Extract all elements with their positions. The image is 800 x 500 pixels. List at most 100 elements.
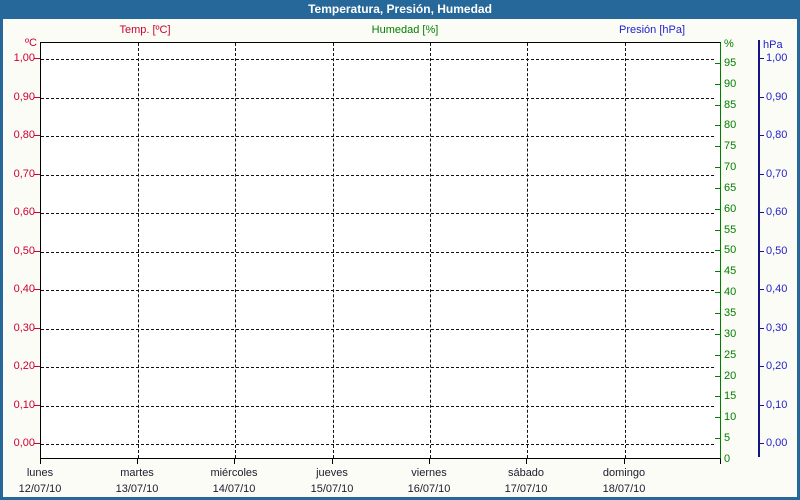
humidity-axis-tick-label: 30 — [724, 328, 737, 340]
humidity-axis-tick-label: 60 — [724, 203, 737, 215]
humidity-axis-tick-label: 80 — [724, 119, 737, 131]
v-gridline — [430, 43, 431, 458]
h-gridline — [41, 136, 714, 137]
pressure-axis-tick — [758, 135, 764, 136]
humidity-axis-tick — [715, 292, 721, 293]
legend-temperature: Temp. [ºC] — [119, 24, 171, 36]
x-axis-day-label: martes 13/07/10 — [89, 466, 185, 496]
temp-axis-tick — [34, 212, 40, 213]
humidity-axis-tick — [715, 146, 721, 147]
temp-axis-tick-label: 1,00 — [13, 52, 35, 64]
humidity-axis-tick-label: 20 — [724, 370, 737, 382]
pressure-axis-tick-label: 1,00 — [766, 52, 788, 64]
pressure-axis-tick — [758, 212, 764, 213]
humidity-axis-tick — [715, 417, 721, 418]
temp-axis-tick-label: 0,70 — [13, 168, 35, 180]
humidity-axis-tick — [715, 209, 721, 210]
x-axis-tick — [332, 459, 333, 464]
h-gridline — [41, 444, 714, 445]
weekday-name: sábado — [507, 467, 545, 479]
x-axis-tick — [234, 459, 235, 464]
x-axis-tick — [40, 459, 41, 464]
weekday-name: viernes — [411, 467, 447, 479]
humidity-axis-tick — [715, 313, 721, 314]
weekday-date: 16/07/10 — [407, 483, 451, 495]
temp-axis-tick-label: 0,10 — [13, 399, 35, 411]
h-gridline — [41, 175, 714, 176]
pressure-axis-tick-label: 0,30 — [766, 322, 788, 334]
humidity-axis-tick-label: 0 — [724, 453, 731, 465]
weekday-date: 17/07/10 — [504, 483, 548, 495]
weekday-name: miércoles — [210, 467, 258, 479]
h-gridline — [41, 59, 714, 60]
pressure-axis-tick-label: 0,00 — [766, 437, 788, 449]
pressure-axis-tick-label: 0,40 — [766, 283, 788, 295]
weekday-date: 15/07/10 — [310, 483, 354, 495]
temp-axis-unit: ºC — [25, 37, 37, 49]
temp-axis-tick-label: 0,00 — [13, 437, 35, 449]
weekday-date: 12/07/10 — [18, 483, 62, 495]
humidity-axis-tick — [715, 105, 721, 106]
temp-axis-tick — [34, 251, 40, 252]
h-gridline — [41, 329, 714, 330]
temp-axis-tick-label: 0,50 — [13, 245, 35, 257]
humidity-axis-tick — [715, 271, 721, 272]
humidity-axis-tick — [715, 125, 721, 126]
x-axis-day-label: lunes 12/07/10 — [0, 466, 88, 496]
humidity-axis-tick — [715, 188, 721, 189]
temp-axis-tick — [34, 405, 40, 406]
temp-axis-tick — [34, 366, 40, 367]
h-gridline — [41, 406, 714, 407]
temp-axis-tick — [34, 174, 40, 175]
weekday-name: martes — [120, 467, 154, 479]
x-axis-day-label: jueves 15/07/10 — [284, 466, 380, 496]
humidity-axis-tick-label: 45 — [724, 265, 737, 277]
weekday-name: domingo — [602, 467, 646, 479]
x-axis-day-label: sábado 17/07/10 — [478, 466, 574, 496]
humidity-axis-tick — [715, 167, 721, 168]
x-axis-day-label: viernes 16/07/10 — [381, 466, 477, 496]
humidity-axis-tick — [715, 63, 721, 64]
humidity-axis-tick — [715, 334, 721, 335]
pressure-axis-tick — [758, 443, 764, 444]
humidity-axis-tick-label: 15 — [724, 390, 737, 402]
humidity-axis-tick-label: 85 — [724, 99, 737, 111]
pressure-axis-tick-label: 0,20 — [766, 360, 788, 372]
temp-axis-tick-label: 0,60 — [13, 206, 35, 218]
x-axis-tick — [720, 459, 721, 464]
humidity-axis-tick-label: 50 — [724, 244, 737, 256]
humidity-axis-tick-label: 55 — [724, 224, 737, 236]
x-axis-tick — [429, 459, 430, 464]
weekday-name: lunes — [26, 467, 54, 479]
pressure-axis-tick — [758, 328, 764, 329]
temp-axis-tick-label: 0,30 — [13, 322, 35, 334]
pressure-axis-tick-label: 0,50 — [766, 245, 788, 257]
x-axis-tick — [137, 459, 138, 464]
weekday-date: 14/07/10 — [212, 483, 256, 495]
temp-axis-tick — [34, 97, 40, 98]
x-axis-day-label: miércoles 14/07/10 — [186, 466, 282, 496]
pressure-axis-tick — [758, 366, 764, 367]
temp-axis-tick — [34, 58, 40, 59]
humidity-axis-tick — [715, 84, 721, 85]
legend-pressure: Presión [hPa] — [618, 24, 686, 36]
weekday-name: jueves — [316, 467, 348, 479]
pressure-axis-tick — [758, 58, 764, 59]
h-gridline — [41, 98, 714, 99]
pressure-axis-tick-label: 0,80 — [766, 129, 788, 141]
humidity-axis-tick — [715, 250, 721, 251]
humidity-axis-tick-label: 70 — [724, 161, 737, 173]
pressure-axis-tick — [758, 289, 764, 290]
v-gridline — [235, 43, 236, 458]
h-gridline — [41, 367, 714, 368]
temp-axis-tick-label: 0,90 — [13, 91, 35, 103]
plot-area — [40, 42, 721, 459]
h-gridline — [41, 213, 714, 214]
temp-axis-tick-label: 0,20 — [13, 360, 35, 372]
pressure-axis-unit: hPa — [763, 39, 783, 51]
humidity-axis-tick-label: 10 — [724, 411, 737, 423]
pressure-axis-tick — [758, 97, 764, 98]
v-gridline — [138, 43, 139, 458]
x-axis-tick — [624, 459, 625, 464]
humidity-axis-tick-label: 5 — [724, 432, 731, 444]
